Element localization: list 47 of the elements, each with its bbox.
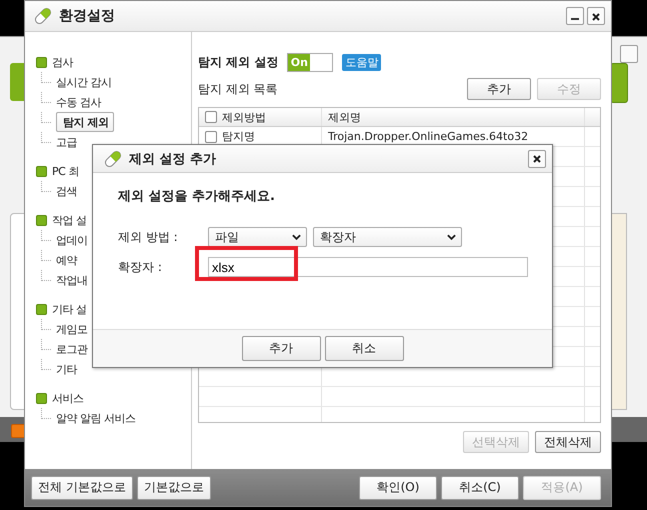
- checkbox[interactable]: [205, 130, 217, 142]
- table-cell: 탐지명: [222, 129, 255, 144]
- chevron-down-icon: [447, 233, 456, 241]
- group-label[interactable]: PC 최: [52, 164, 79, 178]
- field-label: 제외 방법 :: [118, 228, 179, 246]
- sidebar-item[interactable]: 검색: [56, 184, 77, 198]
- button[interactable]: 확인(O): [359, 476, 437, 500]
- group-label[interactable]: 검사: [52, 54, 73, 70]
- button[interactable]: 취소: [324, 336, 404, 361]
- section-title: 탐지 제외 설정: [198, 54, 278, 70]
- column-header[interactable]: 제외방법: [222, 110, 266, 124]
- sidebar-item[interactable]: 알약 알림 서비스: [56, 410, 136, 426]
- list-label: 탐지 제외 목록: [198, 80, 278, 98]
- dropdown[interactable]: 파일: [208, 227, 307, 247]
- button[interactable]: 기본값으로: [136, 476, 211, 500]
- button[interactable]: 전체 기본값으로: [31, 476, 133, 500]
- sidebar-item[interactable]: 실시간 감시: [56, 74, 112, 90]
- button[interactable]: 추가: [242, 336, 320, 361]
- input-field[interactable]: xlsx: [208, 257, 528, 277]
- sidebar-item[interactable]: 기타: [56, 362, 77, 376]
- minimize-button[interactable]: [566, 7, 584, 25]
- field-label: 확장자 :: [118, 258, 163, 276]
- group-label[interactable]: 작업 설: [52, 212, 86, 228]
- sidebar-item[interactable]: 고급: [56, 134, 77, 150]
- sidebar-item[interactable]: 수동 검사: [56, 94, 101, 110]
- group-label[interactable]: 기타 설: [52, 302, 86, 316]
- table-cell: Trojan.Dropper.OnlineGames.64to32: [328, 130, 528, 143]
- sidebar-item[interactable]: 탐지 제외: [56, 112, 114, 132]
- close-button[interactable]: [528, 150, 546, 168]
- dropdown[interactable]: 확장자: [313, 227, 462, 247]
- window-title: 환경설정: [59, 7, 116, 25]
- sidebar-item[interactable]: 예약: [56, 252, 77, 268]
- button[interactable]: 취소(C): [441, 476, 519, 500]
- help-link[interactable]: 도움말: [342, 54, 382, 70]
- dialog-prompt: 제외 설정을 추가해주세요.: [118, 188, 276, 205]
- chevron-down-icon: [292, 233, 301, 241]
- sidebar-item[interactable]: 로그관: [56, 342, 88, 356]
- dialog-title: 제외 설정 추가: [129, 150, 218, 168]
- sidebar-item[interactable]: 게임모: [56, 322, 88, 336]
- sidebar-item[interactable]: 업데이: [56, 232, 88, 248]
- checkbox[interactable]: [205, 111, 217, 123]
- button[interactable]: 추가: [467, 78, 531, 100]
- sidebar-item[interactable]: 작업내: [56, 272, 88, 288]
- column-header[interactable]: 제외명: [328, 110, 361, 124]
- group-label[interactable]: 서비스: [52, 390, 84, 406]
- button[interactable]: 전체삭제: [535, 431, 601, 453]
- close-button[interactable]: [587, 7, 605, 25]
